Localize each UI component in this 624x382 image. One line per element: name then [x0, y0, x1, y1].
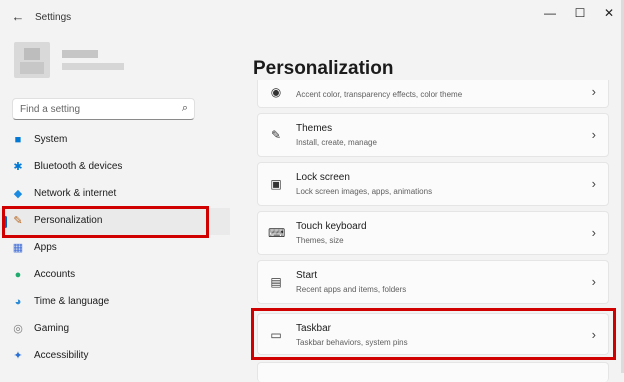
sidebar-item-network[interactable]: ◆ Network & internet: [0, 181, 230, 208]
sidebar-item-accessibility[interactable]: ✦ Accessibility: [0, 343, 230, 370]
chevron-right-icon: ›: [591, 274, 596, 289]
card-subtitle: Accent color, transparency effects, colo…: [296, 90, 463, 99]
sidebar-item-gaming[interactable]: ◎ Gaming: [0, 316, 230, 343]
palette-icon: ◉: [270, 85, 282, 99]
sidebar-item-system[interactable]: ■ System: [0, 127, 230, 154]
search-input[interactable]: [20, 102, 170, 116]
title-bar: ← Settings — ☐ ✕: [0, 0, 624, 36]
sidebar-item-label: Apps: [34, 242, 57, 253]
gamepad-icon: ◎: [13, 323, 23, 335]
sidebar-item-bluetooth[interactable]: ✱ Bluetooth & devices: [0, 154, 230, 181]
wifi-icon: ◆: [13, 188, 23, 200]
sidebar-item-label: Accounts: [34, 269, 76, 280]
card-next-partial[interactable]: [257, 362, 609, 382]
sidebar-item-label: Gaming: [34, 323, 70, 334]
maximize-button[interactable]: ☐: [568, 5, 592, 21]
close-button[interactable]: ✕: [597, 5, 621, 21]
sidebar-item-apps[interactable]: ▦ Apps: [0, 235, 230, 262]
chevron-right-icon: ›: [591, 225, 596, 240]
app-title: Settings: [35, 12, 72, 23]
card-title: Lock screen: [296, 172, 350, 183]
chevron-right-icon: ›: [591, 176, 596, 191]
sidebar-item-label: Time & language: [34, 296, 110, 307]
page-title: Personalization: [253, 58, 394, 79]
card-themes[interactable]: ✎ Themes Install, create, manage ›: [257, 113, 609, 157]
card-lock-screen[interactable]: ▣ Lock screen Lock screen images, apps, …: [257, 162, 609, 206]
card-title: Start: [296, 270, 318, 281]
search-box[interactable]: ⌕: [12, 98, 195, 120]
card-subtitle: Recent apps and items, folders: [296, 285, 407, 294]
card-title: Touch keyboard: [296, 221, 367, 232]
accessibility-icon: ✦: [13, 350, 23, 362]
start-menu-icon: ▤: [270, 275, 282, 289]
lock-screen-icon: ▣: [270, 177, 282, 191]
card-start[interactable]: ▤ Start Recent apps and items, folders ›: [257, 260, 609, 304]
person-icon: ●: [14, 269, 22, 281]
back-arrow-icon[interactable]: ←: [10, 9, 26, 25]
sidebar-nav: ■ System ✱ Bluetooth & devices ◆ Network…: [0, 127, 230, 370]
minimize-button[interactable]: —: [538, 5, 562, 21]
highlight-box-taskbar: [251, 308, 616, 360]
brush-icon: ✎: [270, 128, 282, 142]
sidebar-item-label: Bluetooth & devices: [34, 161, 123, 172]
user-name-blurred: [62, 50, 98, 58]
card-title: Themes: [296, 123, 333, 134]
avatar[interactable]: [14, 42, 50, 78]
avatar-pixel: [20, 62, 44, 74]
sidebar-item-accounts[interactable]: ● Accounts: [0, 262, 230, 289]
avatar-pixel: [24, 48, 40, 60]
search-icon[interactable]: ⌕: [182, 102, 188, 115]
card-touch-keyboard[interactable]: ⌨ Touch keyboard Themes, size ›: [257, 211, 609, 255]
highlight-box-personalization: [2, 206, 209, 238]
chevron-right-icon: ›: [591, 127, 596, 142]
card-subtitle: Install, create, manage: [296, 138, 377, 147]
settings-window: ← Settings — ☐ ✕ ⌕ ■ System ✱ Bluetooth …: [0, 0, 624, 382]
system-icon: ■: [14, 134, 22, 146]
sidebar-item-label: Network & internet: [34, 188, 117, 199]
sidebar-item-label: System: [34, 134, 68, 145]
keyboard-icon: ⌨: [268, 226, 286, 240]
sidebar-item-time-language[interactable]: ◕ Time & language: [0, 289, 230, 316]
apps-icon: ▦: [12, 242, 24, 254]
card-subtitle: Themes, size: [296, 236, 344, 245]
globe-clock-icon: ◕: [14, 296, 22, 308]
card-subtitle: Lock screen images, apps, animations: [296, 187, 433, 196]
sidebar-item-label: Accessibility: [34, 350, 89, 361]
bluetooth-icon: ✱: [13, 161, 23, 173]
chevron-right-icon: ›: [591, 84, 596, 99]
card-colors[interactable]: ◉ Accent color, transparency effects, co…: [257, 80, 609, 108]
user-email-blurred: [62, 63, 124, 70]
